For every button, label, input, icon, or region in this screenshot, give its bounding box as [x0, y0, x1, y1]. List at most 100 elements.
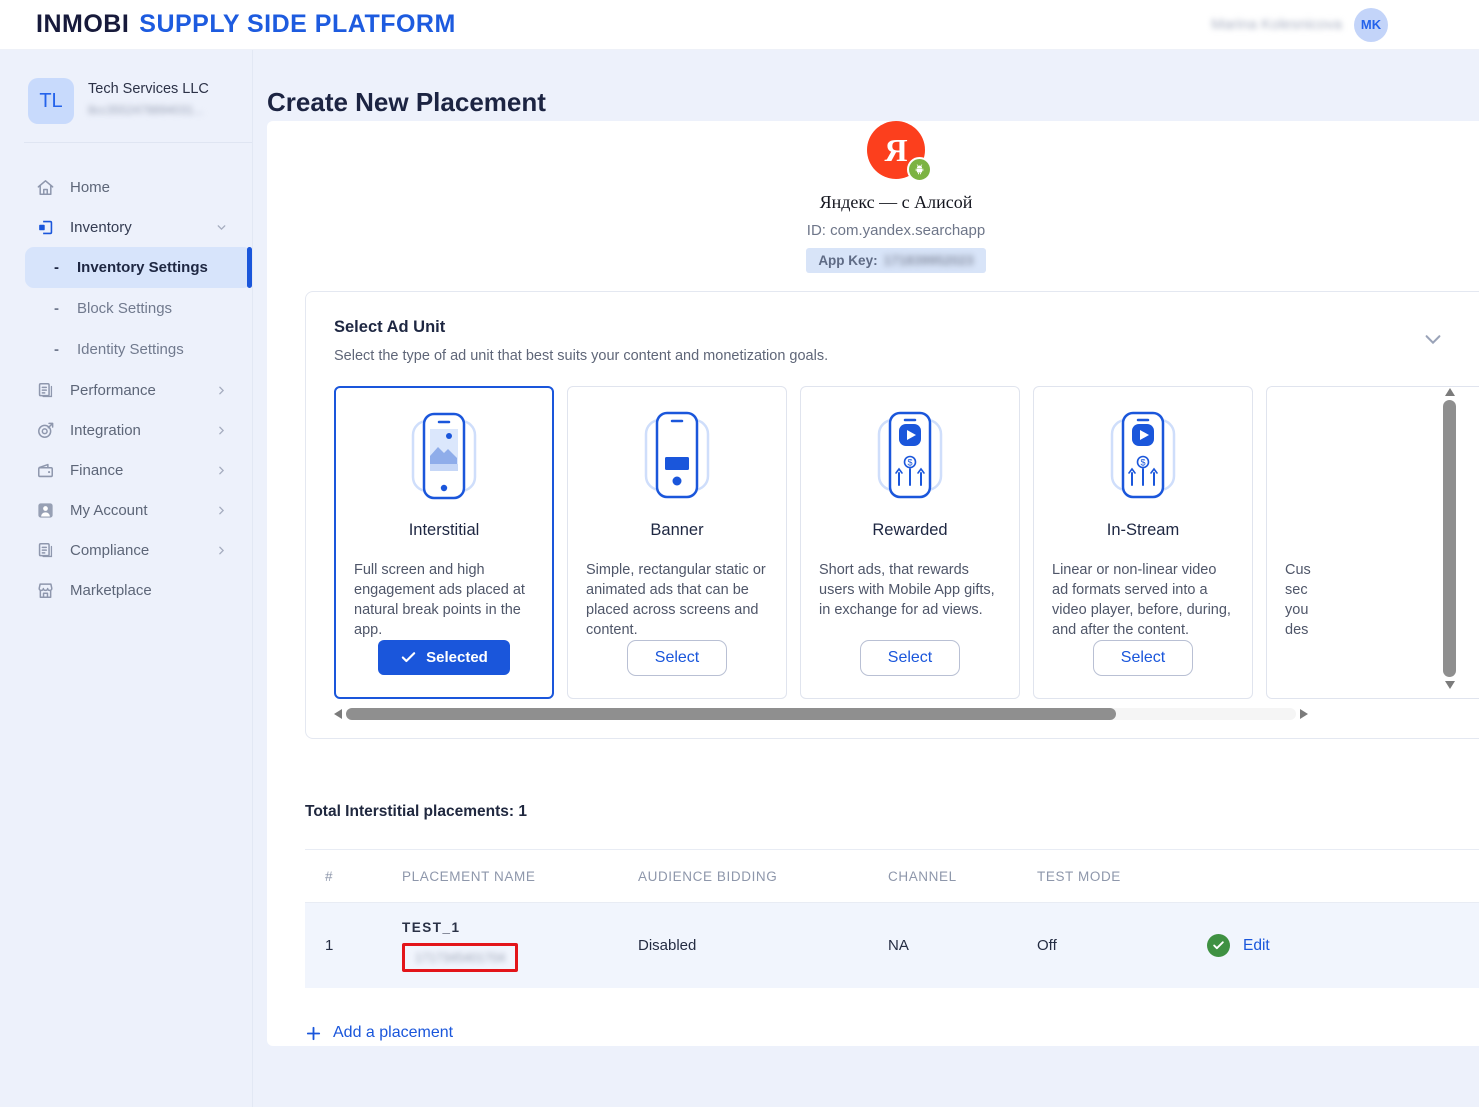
sidebar-nav: Home Inventory - Inventory Settings - Bl… — [0, 167, 252, 610]
storefront-icon — [36, 581, 55, 600]
select-ad-unit-panel: Select Ad Unit Select the type of ad uni… — [305, 291, 1479, 739]
user-menu[interactable]: Marina Kolesnicova MK — [1211, 8, 1388, 42]
app-name: Яндекс — с Алисой — [820, 192, 973, 213]
sidebar-item-block-settings[interactable]: - Block Settings — [0, 288, 252, 329]
select-button[interactable]: Select — [860, 640, 960, 676]
sidebar-item-performance[interactable]: Performance — [0, 370, 252, 410]
sidebar-item-compliance[interactable]: Compliance — [0, 530, 252, 570]
android-badge-icon — [907, 157, 932, 182]
logo-secondary-text: SUPPLY SIDE PLATFORM — [139, 10, 456, 39]
sidebar-item-label: Block Settings — [77, 300, 172, 317]
sidebar-item-label: Identity Settings — [77, 341, 184, 358]
subitem-dash: - — [54, 341, 59, 358]
account-card[interactable]: TL Tech Services LLC 8cc3552478894031... — [0, 78, 252, 124]
edit-link[interactable]: Edit — [1243, 937, 1270, 955]
svg-text:$: $ — [907, 458, 912, 468]
add-placement-label: Add a placement — [333, 1024, 453, 1042]
card-title: In-Stream — [1052, 521, 1234, 540]
scroll-up-arrow[interactable] — [1445, 388, 1455, 396]
in-stream-phone-icon: $ — [1052, 401, 1234, 509]
col-header-index: # — [325, 869, 402, 884]
account-id: 8cc3552478894031... — [88, 103, 209, 117]
ad-unit-subtitle: Select the type of ad unit that best sui… — [334, 348, 828, 364]
scroll-right-arrow[interactable] — [1300, 709, 1308, 719]
ad-unit-card-rewarded[interactable]: $ Rewarded Short ads, that rewards users… — [800, 386, 1020, 699]
placements-table: # PLACEMENT NAME AUDIENCE BIDDING CHANNE… — [305, 849, 1479, 988]
status-check-icon — [1207, 934, 1230, 957]
chevron-right-icon — [215, 504, 228, 517]
table-row: 1 TEST_1 1717345401704 Disabled NA Off E… — [305, 903, 1479, 988]
sidebar-item-label: Inventory Settings — [77, 259, 208, 276]
vertical-scroll-thumb[interactable] — [1443, 400, 1456, 677]
chevron-right-icon — [215, 544, 228, 557]
card-description: Simple, rectangular static or animated a… — [586, 560, 768, 640]
avatar[interactable]: MK — [1354, 8, 1388, 42]
ad-unit-title: Select Ad Unit — [334, 318, 828, 337]
sidebar-item-marketplace[interactable]: Marketplace — [0, 570, 252, 610]
add-placement-button[interactable]: Add a placement — [305, 1024, 453, 1042]
chevron-right-icon — [215, 464, 228, 477]
col-header-channel: CHANNEL — [888, 869, 1037, 884]
document-icon — [36, 541, 55, 560]
horizontal-scroll-track[interactable] — [346, 708, 1296, 720]
sidebar-item-identity-settings[interactable]: - Identity Settings — [0, 329, 252, 370]
ad-unit-card-interstitial[interactable]: Interstitial Full screen and high engage… — [334, 386, 554, 699]
sidebar-item-my-account[interactable]: My Account — [0, 490, 252, 530]
page-title: Create New Placement — [267, 82, 1479, 122]
target-icon — [36, 421, 55, 440]
account-avatar: TL — [28, 78, 74, 124]
sidebar-item-finance[interactable]: Finance — [0, 450, 252, 490]
chevron-right-icon — [215, 384, 228, 397]
chevron-down-icon — [215, 221, 228, 234]
test-mode-value: Off — [1037, 937, 1207, 954]
yandex-app-icon: Я — [867, 121, 925, 179]
card-title: Rewarded — [819, 521, 1001, 540]
ad-unit-card-banner[interactable]: Banner Simple, rectangular static or ani… — [567, 386, 787, 699]
placement-name-cell: TEST_1 1717345401704 — [402, 919, 638, 972]
audience-bidding-value: Disabled — [638, 937, 888, 954]
app-key-label: App Key: — [818, 253, 877, 268]
inmobi-logo: INMOBI SUPPLY SIDE PLATFORM — [36, 10, 456, 39]
col-header-placement-name: PLACEMENT NAME — [402, 869, 638, 884]
sidebar-item-label: Inventory — [70, 219, 200, 236]
horizontal-scrollbar[interactable] — [334, 707, 1308, 720]
select-button[interactable]: Select — [1093, 640, 1193, 676]
card-title: Banner — [586, 521, 768, 540]
select-button[interactable]: Select — [627, 640, 727, 676]
channel-value: NA — [888, 937, 1037, 954]
app-header: Я Яндекс — с Алисой ID: com.yandex.searc… — [305, 121, 1479, 273]
collapse-chevron-icon[interactable] — [1422, 328, 1444, 350]
account-name: Tech Services LLC — [88, 81, 209, 97]
sidebar-item-label: Home — [70, 179, 228, 196]
content-panel: Я Яндекс — с Алисой ID: com.yandex.searc… — [267, 121, 1479, 1046]
horizontal-scroll-thumb[interactable] — [346, 708, 1116, 720]
inventory-icon — [36, 218, 55, 237]
scroll-left-arrow[interactable] — [334, 709, 342, 719]
banner-phone-icon — [586, 401, 768, 509]
card-title: Interstitial — [354, 521, 534, 540]
col-header-audience-bidding: AUDIENCE BIDDING — [638, 869, 888, 884]
app-key-value: 171839952023 — [884, 253, 974, 268]
sidebar-item-home[interactable]: Home — [0, 167, 252, 207]
interstitial-phone-icon — [354, 402, 534, 509]
total-placements-label: Total Interstitial placements: 1 — [305, 803, 1479, 821]
card-description: Full screen and high engagement ads plac… — [354, 560, 534, 640]
sidebar-item-integration[interactable]: Integration — [0, 410, 252, 450]
sidebar-item-inventory-settings[interactable]: - Inventory Settings — [25, 247, 252, 288]
rewarded-phone-icon: $ — [819, 401, 1001, 509]
app-bundle-id: ID: com.yandex.searchapp — [807, 222, 985, 239]
person-icon — [36, 501, 55, 520]
scroll-down-arrow[interactable] — [1445, 681, 1455, 689]
row-index: 1 — [325, 937, 402, 954]
top-app-bar: INMOBI SUPPLY SIDE PLATFORM Marina Koles… — [0, 0, 1479, 50]
placement-id: 1717345401704 — [415, 951, 505, 965]
vertical-scrollbar[interactable] — [1443, 388, 1456, 689]
vertical-scroll-track[interactable] — [1443, 400, 1456, 677]
annotation-red-box: 1717345401704 — [402, 943, 518, 972]
sidebar-item-inventory[interactable]: Inventory — [0, 207, 252, 247]
ad-unit-card-in-stream[interactable]: $ In-Stream Linear or non-linear video a… — [1033, 386, 1253, 699]
selected-button[interactable]: Selected — [378, 640, 510, 675]
card-description: Short ads, that rewards users with Mobil… — [819, 560, 1001, 620]
sidebar: TL Tech Services LLC 8cc3552478894031...… — [0, 50, 253, 1107]
check-icon — [400, 649, 417, 666]
